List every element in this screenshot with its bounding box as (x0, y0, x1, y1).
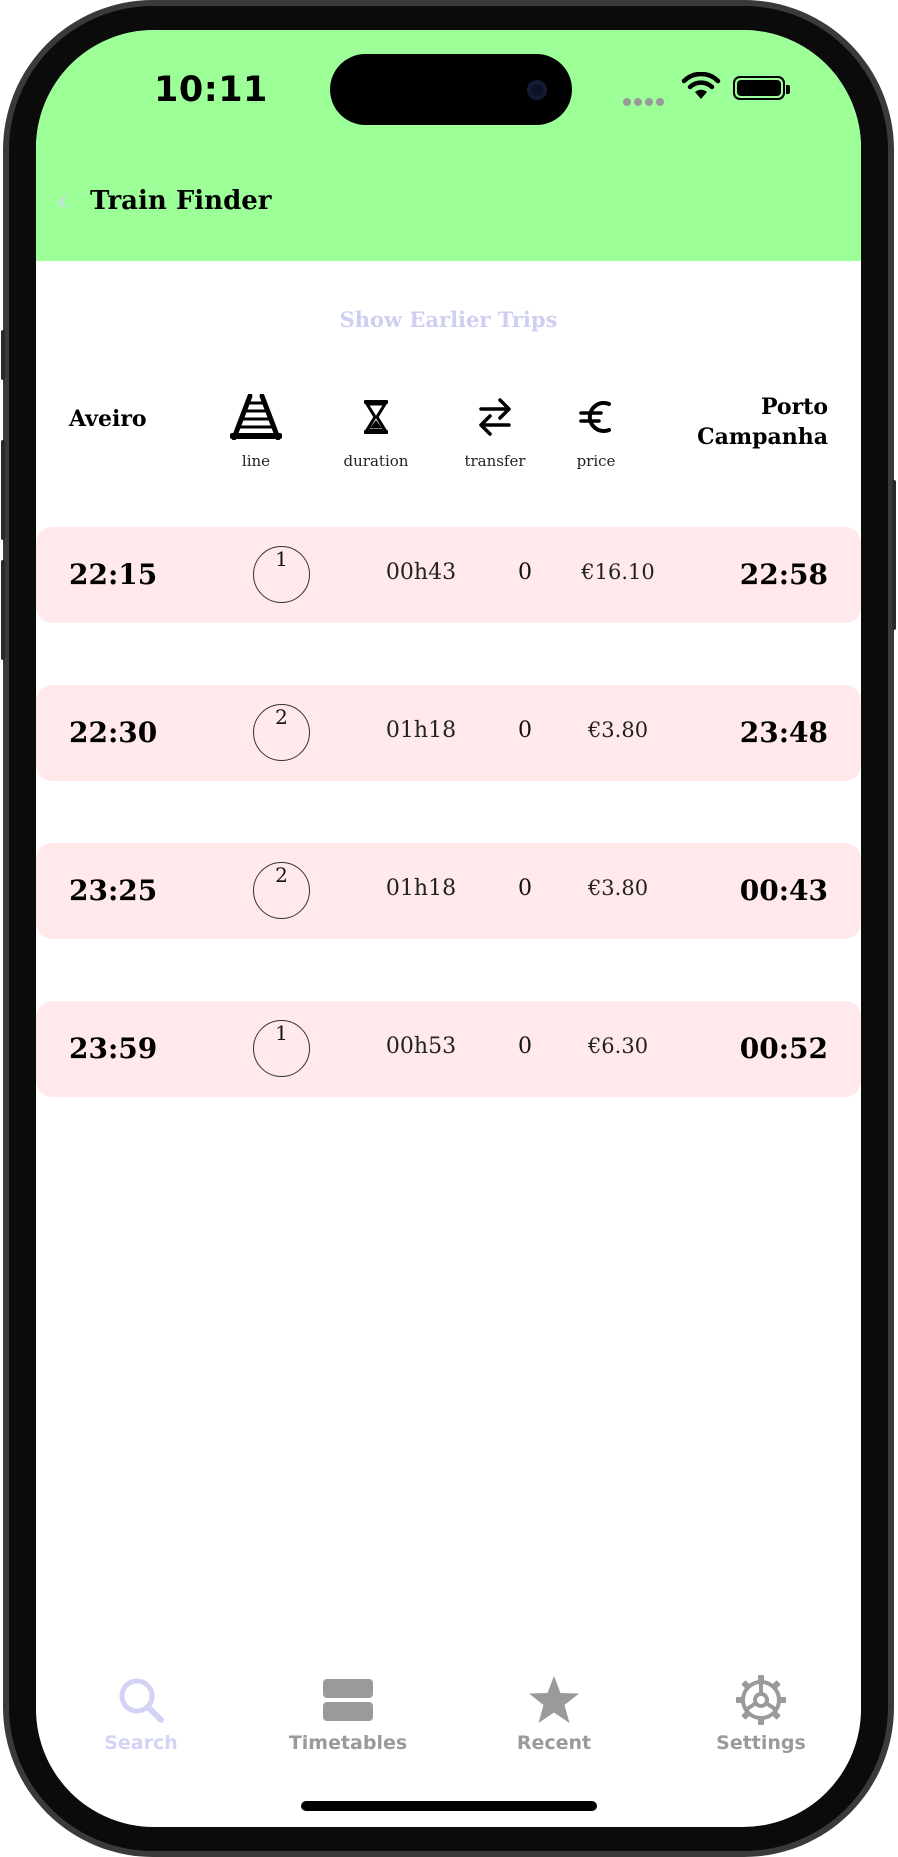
railway-track-icon (230, 394, 282, 440)
trip-price: €3.80 (587, 876, 649, 900)
trip-row[interactable]: 22:30 2 01h18 0 €3.80 23:48 (36, 685, 861, 781)
trip-arrival: 00:43 (739, 874, 828, 907)
tab-search[interactable]: Search (66, 1670, 216, 1754)
phone-frame: 10:11 ‹ Train Finder Show Earlier Trips … (1, 0, 896, 1857)
column-line-label: line (241, 452, 271, 470)
volume-up-button (1, 440, 5, 540)
trip-duration: 01h18 (385, 718, 457, 743)
star-icon (529, 1676, 579, 1723)
volume-down-button (1, 560, 5, 660)
trip-line-badge: 1 (253, 546, 310, 603)
trip-row[interactable]: 22:15 1 00h43 0 €16.10 22:58 (36, 527, 861, 623)
tab-timetables[interactable]: Timetables (273, 1670, 423, 1754)
trip-line-badge: 1 (253, 1020, 310, 1077)
power-button (892, 480, 896, 630)
trip-arrival: 23:48 (739, 716, 828, 749)
column-duration: duration (321, 394, 431, 470)
search-icon (119, 1678, 164, 1723)
destination-line-2: Campanha (697, 424, 828, 450)
back-chevron-icon[interactable]: ‹ (56, 184, 68, 219)
timetables-icon (323, 1679, 373, 1721)
trip-line-badge: 2 (253, 704, 310, 761)
status-time: 10:11 (154, 70, 268, 110)
tab-settings-label: Settings (716, 1732, 806, 1754)
trip-transfers: 0 (518, 1034, 532, 1059)
trip-price: €6.30 (587, 1034, 649, 1058)
trip-line-badge: 2 (253, 862, 310, 919)
tab-settings[interactable]: Settings (686, 1670, 836, 1754)
home-indicator[interactable] (301, 1801, 597, 1811)
trip-price: €3.80 (587, 718, 649, 742)
destination-line-1: Porto (760, 394, 828, 420)
tab-search-label: Search (104, 1732, 178, 1754)
trip-transfers: 0 (518, 876, 532, 901)
trip-arrival: 22:58 (739, 558, 828, 591)
euro-icon (579, 401, 611, 433)
mute-button (1, 330, 5, 380)
trip-arrival: 00:52 (739, 1032, 828, 1065)
column-transfer: transfer (440, 394, 550, 470)
trip-departure: 22:30 (69, 716, 158, 749)
page-title: Train Finder (90, 186, 272, 216)
trip-transfers: 0 (518, 560, 532, 585)
header-bar: 10:11 ‹ Train Finder (36, 30, 861, 261)
trip-duration: 00h53 (385, 1034, 457, 1059)
trip-row[interactable]: 23:25 2 01h18 0 €3.80 00:43 (36, 843, 861, 939)
tab-recent[interactable]: Recent (479, 1670, 629, 1754)
column-price-label: price (576, 452, 616, 470)
battery-icon (733, 76, 790, 100)
column-duration-label: duration (343, 452, 409, 470)
trip-departure: 23:25 (69, 874, 158, 907)
column-price: price (541, 394, 651, 470)
trip-duration: 00h43 (385, 560, 457, 585)
transfer-arrows-icon (479, 398, 511, 436)
gear-icon (736, 1675, 786, 1725)
wifi-icon (681, 72, 721, 99)
camera-icon (527, 80, 547, 100)
column-line: line (201, 394, 311, 470)
tab-timetables-label: Timetables (288, 1732, 408, 1754)
trip-duration: 01h18 (385, 876, 457, 901)
destination-station: Porto Campanha (697, 392, 828, 452)
column-transfer-label: transfer (464, 452, 526, 470)
cellular-signal-icon (623, 91, 667, 110)
trip-transfers: 0 (518, 718, 532, 743)
trip-departure: 22:15 (69, 558, 158, 591)
app-screen: 10:11 ‹ Train Finder Show Earlier Trips … (36, 30, 861, 1827)
show-earlier-trips-button[interactable]: Show Earlier Trips (36, 307, 861, 332)
origin-station: Aveiro (69, 406, 147, 432)
dynamic-island (330, 54, 572, 125)
trip-departure: 23:59 (69, 1032, 158, 1065)
trip-row[interactable]: 23:59 1 00h53 0 €6.30 00:52 (36, 1001, 861, 1097)
tab-recent-label: Recent (516, 1732, 592, 1754)
hourglass-icon (364, 400, 388, 434)
trip-price: €16.10 (581, 560, 655, 584)
